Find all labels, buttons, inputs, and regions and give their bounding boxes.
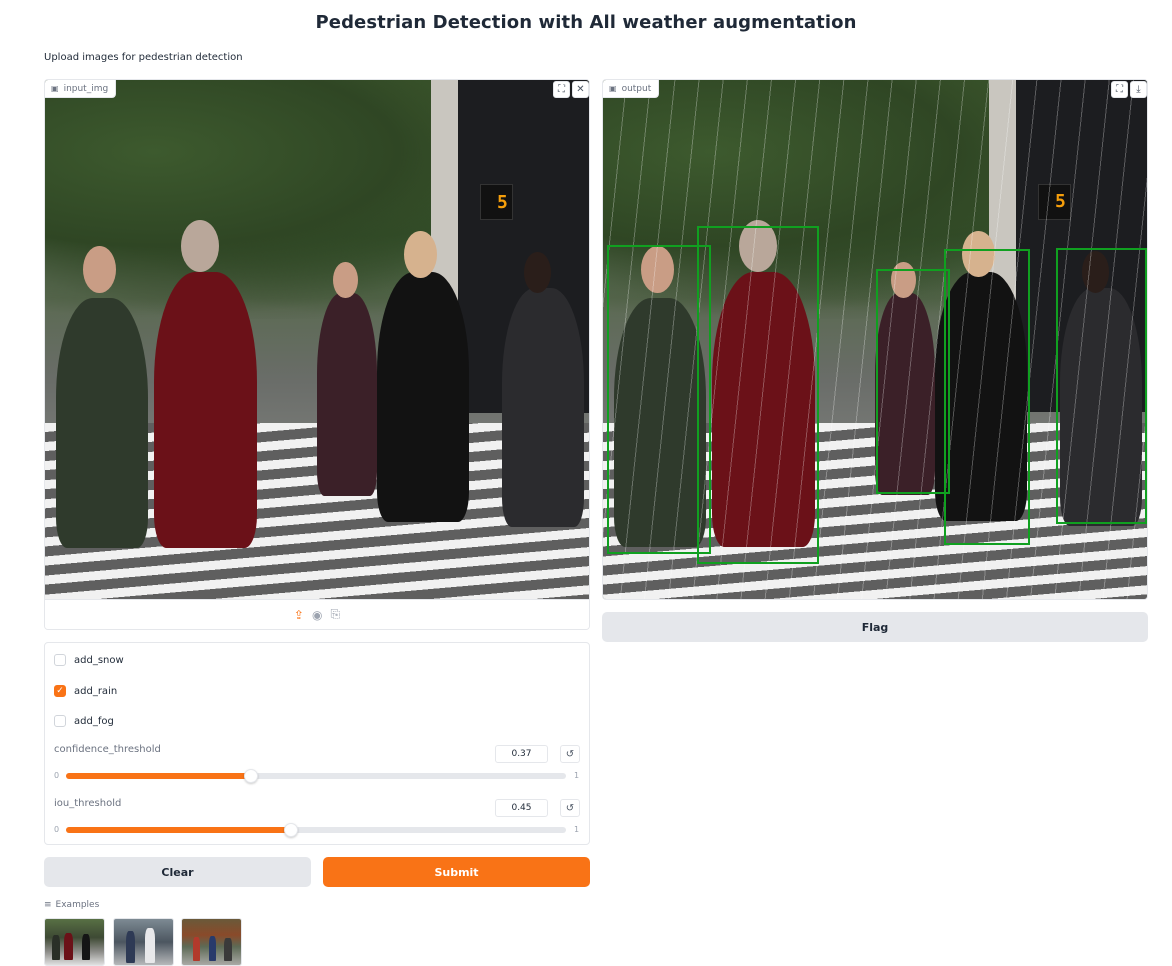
examples-label: ≡ Examples xyxy=(44,900,99,910)
confidence-threshold-slider[interactable] xyxy=(66,769,566,783)
slider-thumb[interactable] xyxy=(284,823,298,837)
reset-icon[interactable]: ↺ xyxy=(560,799,580,817)
output-image-panel: ▣ output ⛶ ⤓ 5 xyxy=(602,79,1148,600)
iou-threshold-label: iou_threshold xyxy=(54,798,122,809)
clear-button[interactable]: Clear xyxy=(44,857,311,887)
submit-button[interactable]: Submit xyxy=(323,857,590,887)
iou-threshold-slider[interactable] xyxy=(66,823,566,837)
input-image-label: ▣ input_img xyxy=(45,80,117,98)
checkmark-icon[interactable]: ✓ xyxy=(54,685,66,697)
add-rain-checkbox[interactable]: ✓ add_rain xyxy=(54,685,117,697)
controls-panel: add_snow ✓ add_rain add_fog confidence_t… xyxy=(44,642,590,845)
detection-box xyxy=(876,269,950,494)
checkbox-box[interactable] xyxy=(54,715,66,727)
input-image-panel[interactable]: ▣ input_img ⛶ ✕ 5 ⇪ ◉ ⎘ xyxy=(44,79,590,630)
slider-min: 0 xyxy=(54,825,60,834)
slider-max: 1 xyxy=(574,825,580,834)
reset-icon[interactable]: ↺ xyxy=(560,745,580,763)
example-thumbnail[interactable] xyxy=(113,918,174,966)
example-thumbnail[interactable] xyxy=(44,918,105,966)
webcam-icon[interactable]: ◉ xyxy=(312,608,322,622)
upload-icon[interactable]: ⇪ xyxy=(294,608,304,622)
crosswalk-signal: 5 xyxy=(480,184,513,221)
detection-box xyxy=(944,249,1030,545)
iou-threshold-input[interactable]: 0.45 xyxy=(495,799,548,817)
fullscreen-icon[interactable]: ⛶ xyxy=(553,81,570,98)
slider-fill xyxy=(66,773,251,779)
input-image: 5 xyxy=(45,80,589,600)
output-image-label-text: output xyxy=(621,83,652,94)
detection-box xyxy=(697,226,819,564)
slider-fill xyxy=(66,827,291,833)
example-thumbnail[interactable] xyxy=(181,918,242,966)
input-image-label-text: input_img xyxy=(63,83,109,94)
source-selector: ⇪ ◉ ⎘ xyxy=(45,599,589,629)
slider-max: 1 xyxy=(574,771,580,780)
detection-box xyxy=(607,245,711,554)
clipboard-icon[interactable]: ⎘ xyxy=(330,607,340,622)
image-icon: ▣ xyxy=(609,84,617,93)
fullscreen-icon[interactable]: ⛶ xyxy=(1111,81,1128,98)
add-fog-checkbox[interactable]: add_fog xyxy=(54,715,114,727)
detection-box xyxy=(1056,248,1147,524)
output-image: 5 xyxy=(603,80,1147,599)
image-icon: ▣ xyxy=(51,84,59,93)
page-description: Upload images for pedestrian detection xyxy=(44,52,243,63)
examples-label-text: Examples xyxy=(55,900,100,910)
slider-thumb[interactable] xyxy=(244,769,258,783)
download-icon[interactable]: ⤓ xyxy=(1130,81,1147,98)
slider-min: 0 xyxy=(54,771,60,780)
add-snow-checkbox[interactable]: add_snow xyxy=(54,654,124,666)
output-image-label: ▣ output xyxy=(603,80,660,98)
checkbox-label: add_snow xyxy=(74,654,124,666)
page-title: Pedestrian Detection with All weather au… xyxy=(315,12,857,33)
confidence-threshold-input[interactable]: 0.37 xyxy=(495,745,548,763)
list-icon: ≡ xyxy=(44,900,52,910)
checkbox-label: add_rain xyxy=(74,685,118,697)
confidence-threshold-label: confidence_threshold xyxy=(54,744,161,755)
close-icon[interactable]: ✕ xyxy=(572,81,589,98)
checkbox-label: add_fog xyxy=(74,715,114,727)
flag-button[interactable]: Flag xyxy=(602,612,1148,642)
checkbox-box[interactable] xyxy=(54,654,66,666)
